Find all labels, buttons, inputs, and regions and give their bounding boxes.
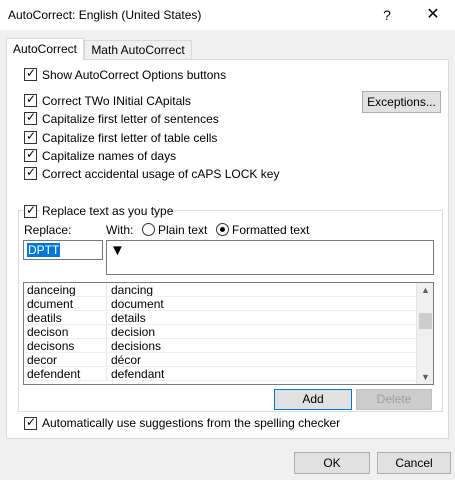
radio-selected-dot [220,227,225,232]
list-item[interactable]: decisons decisions [24,339,417,353]
entry-to: decision [111,325,156,339]
check-icon: ✓ [26,66,37,80]
show-buttons-checkbox[interactable]: ✓ [24,66,37,81]
list-item[interactable]: defendent defendant [24,367,417,381]
correct-two-initial-checkbox[interactable]: ✓ [24,92,37,107]
formatted-text-radio[interactable] [216,223,229,236]
autocorrect-entries-list[interactable]: danceing dancing dcument document deatils d… [23,282,434,385]
entry-from: dcument [27,297,74,311]
check-icon: ✓ [26,203,37,217]
check-icon: ✓ [26,147,37,161]
check-icon: ✓ [26,129,37,143]
list-item[interactable]: decison decision [24,325,417,339]
tab-autocorrect[interactable]: AutoCorrect [6,38,84,60]
entry-to: document [111,297,164,311]
entry-to: defendant [111,367,165,381]
show-buttons-label: Show AutoCorrect Options buttons [42,68,227,82]
help-button[interactable]: ? [372,4,402,26]
with-input[interactable]: ▼ [106,240,434,275]
spelling-suggestions-checkbox[interactable]: ✓ [24,415,37,430]
scroll-thumb[interactable] [419,313,432,329]
list-item[interactable]: danceing dancing [24,283,417,297]
spelling-suggestions-label: Automatically use suggestions from the s… [42,416,341,430]
entry-from: danceing [27,283,76,297]
entry-from: decor [27,353,58,367]
add-button[interactable]: Add [274,389,352,410]
list-item[interactable]: dcument document [24,297,417,311]
capitalize-table-cells-checkbox[interactable]: ✓ [24,129,37,144]
entry-to: dancing [111,283,154,297]
correct-two-initial-label: Correct TWo INitial CApitals [42,94,191,108]
list-scrollbar[interactable]: ▲ ▼ [416,283,433,384]
with-input-value: ▼ [110,242,125,259]
capitalize-days-checkbox[interactable]: ✓ [24,147,37,162]
entry-from: decison [27,325,69,339]
entry-from: deatils [27,311,62,325]
replace-input-value: DPTT [27,243,61,257]
ok-button[interactable]: OK [294,452,370,474]
plain-text-label: Plain text [158,223,208,237]
entry-to: décor [111,353,142,367]
capitalize-table-cells-label: Capitalize first letter of table cells [42,131,218,145]
cancel-button[interactable]: Cancel [377,452,451,474]
entry-from: defendent [27,367,81,381]
scroll-down-icon[interactable]: ▼ [417,370,433,384]
capitalize-sentences-checkbox[interactable]: ✓ [24,110,37,125]
replace-text-checkbox[interactable]: ✓ [24,203,37,218]
with-label: With: [106,223,134,237]
formatted-text-label: Formatted text [232,223,310,237]
capitalize-days-label: Capitalize names of days [42,149,177,163]
replace-label: Replace: [24,223,72,237]
list-item[interactable]: deatils details [24,311,417,325]
scroll-up-icon[interactable]: ▲ [417,283,433,297]
list-item[interactable]: decor décor [24,353,417,367]
caps-lock-checkbox[interactable]: ✓ [24,165,37,180]
check-icon: ✓ [26,415,37,429]
check-icon: ✓ [26,92,37,106]
capitalize-sentences-label: Capitalize first letter of sentences [42,112,219,126]
tab-math-autocorrect[interactable]: Math AutoCorrect [84,40,192,60]
entry-to: details [111,311,146,325]
replace-input[interactable]: DPTT [23,240,103,260]
window-title: AutoCorrect: English (United States) [8,8,202,22]
delete-button[interactable]: Delete [356,389,432,410]
check-icon: ✓ [26,165,37,179]
exceptions-button[interactable]: Exceptions... [362,91,441,113]
close-button[interactable]: ✕ [418,4,448,26]
replace-text-label: Replace text as you type [40,204,176,218]
check-icon: ✓ [26,110,37,124]
entry-to: decisions [111,339,162,353]
entry-from: decisons [27,339,75,353]
caps-lock-label: Correct accidental usage of cAPS LOCK ke… [42,167,280,181]
plain-text-radio[interactable] [142,223,155,236]
